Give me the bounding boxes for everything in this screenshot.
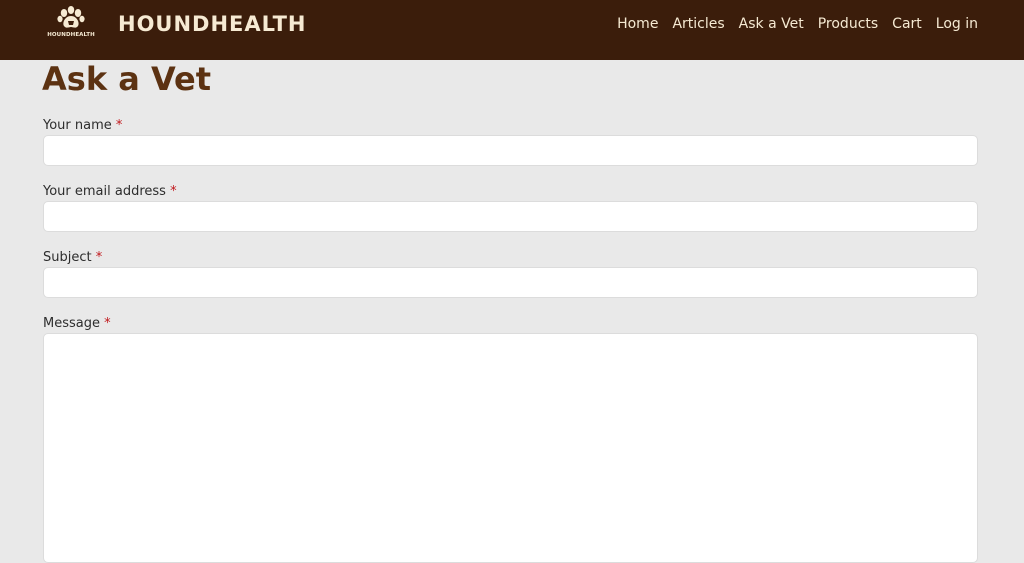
brand-name[interactable]: HOUNDHEALTH — [118, 12, 306, 36]
required-mark: * — [170, 184, 177, 199]
required-mark: * — [115, 118, 123, 133]
message-label: Message * — [43, 316, 111, 331]
required-mark: * — [95, 250, 103, 265]
email-input[interactable] — [43, 201, 978, 232]
site-header: HOUNDHEALTH HOUNDHEALTH Home Articles As… — [0, 0, 1024, 60]
name-label: Your name * — [43, 118, 122, 133]
email-label-text: Your email address — [43, 184, 166, 199]
nav-articles[interactable]: Articles — [672, 16, 724, 32]
message-textarea[interactable] — [43, 333, 978, 563]
page-title: Ask a Vet — [42, 60, 211, 98]
paw-icon — [57, 6, 85, 28]
subject-input[interactable] — [43, 267, 978, 298]
nav-products[interactable]: Products — [818, 16, 878, 32]
required-mark: * — [104, 316, 111, 331]
email-label: Your email address * — [43, 184, 177, 199]
name-input[interactable] — [43, 135, 978, 166]
nav-ask-a-vet[interactable]: Ask a Vet — [739, 16, 804, 32]
site-logo[interactable]: HOUNDHEALTH — [44, 5, 98, 41]
logo-text: HOUNDHEALTH — [47, 32, 95, 38]
nav-home[interactable]: Home — [617, 16, 658, 32]
main-nav: Home Articles Ask a Vet Products Cart Lo… — [617, 16, 978, 32]
nav-cart[interactable]: Cart — [892, 16, 922, 32]
message-label-text: Message — [43, 316, 100, 331]
subject-label-text: Subject — [43, 250, 92, 265]
nav-log-in[interactable]: Log in — [936, 16, 978, 32]
name-label-text: Your name — [43, 118, 112, 133]
subject-label: Subject * — [43, 250, 102, 265]
